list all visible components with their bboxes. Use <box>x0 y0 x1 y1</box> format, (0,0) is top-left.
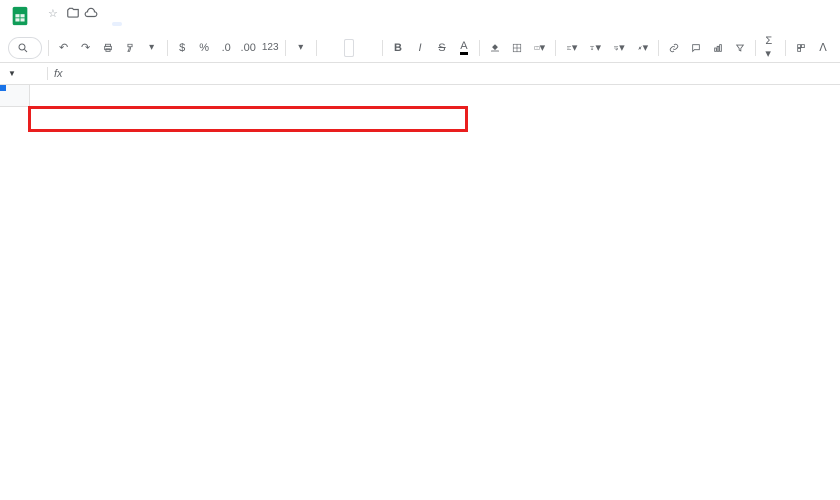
menubar <box>40 22 832 26</box>
italic-button[interactable]: I <box>411 38 429 58</box>
cloud-status-icon[interactable] <box>84 6 98 20</box>
menu-edit[interactable] <box>52 22 62 26</box>
percent-button[interactable]: % <box>195 38 213 58</box>
menu-tools[interactable] <box>112 22 122 26</box>
chart-button[interactable] <box>709 38 727 58</box>
link-button[interactable] <box>665 38 683 58</box>
formula-input[interactable] <box>69 66 840 82</box>
wrap-button[interactable]: ▾ <box>609 38 629 58</box>
app-header: ☆ <box>0 0 840 33</box>
menu-search[interactable] <box>8 37 42 59</box>
merge-button[interactable]: ▾ <box>530 38 550 58</box>
strike-button[interactable]: S <box>433 38 451 58</box>
formula-bar: ▼ fx <box>0 63 840 85</box>
spreadsheet-grid[interactable] <box>0 85 840 481</box>
zoom-select[interactable]: ▾ <box>143 38 161 58</box>
star-icon[interactable]: ☆ <box>48 7 58 20</box>
comment-button[interactable] <box>687 38 705 58</box>
menu-extensions[interactable] <box>124 22 134 26</box>
toolbar: ↶ ↷ ▾ $ % .0 .00 123 ▾ B I S A ▾ ▾ ▾ ▾ A… <box>0 33 840 63</box>
increase-decimal-button[interactable]: .00 <box>239 38 257 58</box>
currency-button[interactable]: $ <box>173 38 191 58</box>
fill-color-button[interactable] <box>486 38 504 58</box>
menu-view[interactable] <box>64 22 74 26</box>
move-icon[interactable] <box>66 6 80 20</box>
borders-button[interactable] <box>508 38 526 58</box>
menu-help[interactable] <box>136 22 146 26</box>
functions-button[interactable]: Σ ▾ <box>761 38 779 58</box>
sheets-logo[interactable] <box>8 4 32 28</box>
menu-format[interactable] <box>88 22 98 26</box>
addon-button[interactable] <box>792 38 810 58</box>
fontsize-input[interactable] <box>344 39 354 57</box>
annotation-highlight <box>28 106 468 132</box>
menu-insert[interactable] <box>76 22 86 26</box>
print-button[interactable] <box>99 38 117 58</box>
text-color-button[interactable]: A <box>455 38 473 58</box>
fontsize-minus[interactable] <box>322 38 340 58</box>
decrease-decimal-button[interactable]: .0 <box>217 38 235 58</box>
fontsize-plus[interactable] <box>358 38 376 58</box>
paint-format-button[interactable] <box>121 38 139 58</box>
more-formats-button[interactable]: 123 <box>261 38 279 58</box>
search-icon <box>17 42 29 54</box>
redo-button[interactable]: ↷ <box>77 38 95 58</box>
font-select[interactable]: ▾ <box>292 38 310 58</box>
menu-data[interactable] <box>100 22 110 26</box>
select-all-corner[interactable] <box>0 85 30 107</box>
fx-icon: fx <box>48 66 69 82</box>
rotate-button[interactable]: A ▾ <box>633 38 653 58</box>
menu-file[interactable] <box>40 22 50 26</box>
halign-button[interactable]: ▾ <box>562 38 582 58</box>
bold-button[interactable]: B <box>389 38 407 58</box>
filter-button[interactable] <box>731 38 749 58</box>
undo-button[interactable]: ↶ <box>55 38 73 58</box>
valign-button[interactable]: ▾ <box>585 38 605 58</box>
collapse-toolbar-button[interactable]: ᐱ <box>814 38 832 58</box>
name-box[interactable]: ▼ <box>0 67 48 80</box>
